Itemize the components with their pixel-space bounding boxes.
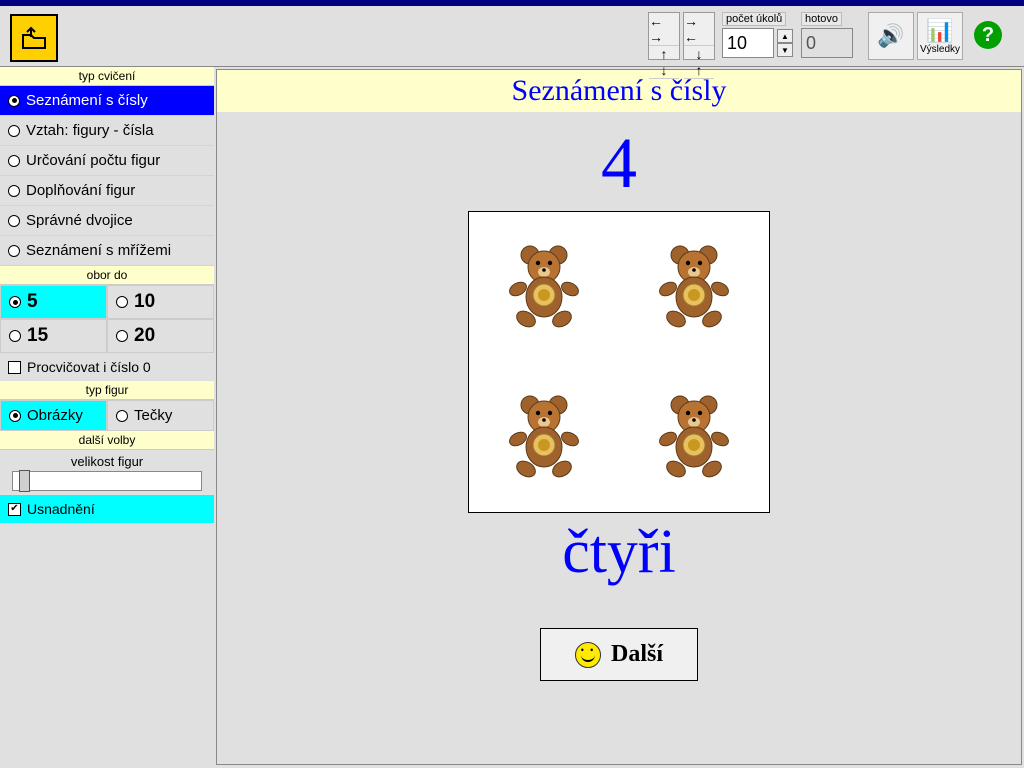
exercise-type-label: Doplňování figur [26,182,135,199]
width-stepper[interactable]: ← → ↑↓ [648,12,680,60]
radio-icon [9,410,21,422]
range-option[interactable]: 10 [107,285,214,319]
next-label: Další [611,641,663,668]
range-title: obor do [0,266,214,285]
exercise-type-label: Seznámení s čísly [26,92,148,109]
exercise-type-label: Seznámení s mřížemi [26,242,171,259]
figure-item [654,243,734,331]
teddy-bear-icon [504,243,584,328]
checkbox-icon: ✔ [8,503,21,516]
exercise-type-title: typ cvičení [0,67,214,86]
toolbar: ← → ↑↓ → ← ↓↑ počet úkolů ▲▼ hotovo 🔊 � [0,6,1024,67]
ease-label: Usnadnění [27,501,95,517]
range-label: 20 [134,325,155,347]
main-panel: Seznámení s čísly 4 čtyři Další [216,69,1022,765]
exercise-type-option[interactable]: Seznámení s mřížemi [0,236,214,266]
figure-type-group: Obrázky Tečky [0,400,214,431]
folder-up-icon [19,23,49,53]
practice-zero-label: Procvičovat i číslo 0 [27,359,151,375]
done-input [801,28,853,58]
teddy-bear-icon [654,393,734,478]
figure-size-label: velikost figur [12,454,202,469]
done-counter: hotovo [801,12,853,58]
page-title: Seznámení s čísly [217,70,1021,112]
figure-type-option[interactable]: Tečky [107,400,214,431]
tasks-spinner[interactable]: ▲▼ [777,29,793,57]
ease-checkbox[interactable]: ✔ Usnadnění [0,495,214,523]
chart-icon: 📊 [926,18,953,44]
exercise-type-option[interactable]: Vztah: figury - čísla [0,116,214,146]
figure-size-control: velikost figur [0,450,214,495]
arrows-out-h-icon: ← → [649,13,679,46]
results-button[interactable]: 📊 Výsledky [917,12,963,60]
arrows-in-h-icon: → ← [684,13,714,46]
range-label: 15 [27,325,48,347]
sound-button[interactable]: 🔊 [868,12,914,60]
arrows-out-v-icon: ↑↓ [649,46,679,79]
range-option[interactable]: 5 [0,285,107,319]
other-options-title: další volby [0,431,214,450]
figure-item [654,393,734,481]
radio-icon [116,330,128,342]
figure-size-slider[interactable] [12,471,202,491]
practice-zero-checkbox[interactable]: Procvičovat i číslo 0 [0,353,214,381]
exercise-type-option[interactable]: Seznámení s čísly [0,86,214,116]
slider-thumb[interactable] [19,470,30,492]
radio-icon [8,185,20,197]
figure-item [504,243,584,331]
teddy-bear-icon [504,393,584,478]
radio-icon [8,155,20,167]
radio-icon [8,125,20,137]
radio-icon [9,296,21,308]
range-label: 10 [134,291,155,313]
exercise-type-label: Určování počtu figur [26,152,160,169]
arrows-in-v-icon: ↓↑ [684,46,714,79]
tasks-label: počet úkolů [722,12,786,26]
figure-type-title: typ figur [0,381,214,400]
help-icon: ? [974,21,1002,49]
range-grid: 5 10 15 20 [0,285,214,353]
radio-icon [8,245,20,257]
radio-icon [8,95,20,107]
displayed-word: čtyři [562,517,676,588]
radio-icon [116,410,128,422]
figure-item [504,393,584,481]
smiley-icon [575,642,601,668]
exercise-type-label: Vztah: figury - čísla [26,122,154,139]
exercise-type-option[interactable]: Doplňování figur [0,176,214,206]
exercise-type-label: Správné dvojice [26,212,133,229]
checkbox-icon [8,361,21,374]
teddy-bear-icon [654,243,734,328]
figure-type-option[interactable]: Obrázky [0,400,107,431]
range-label: 5 [27,291,38,313]
range-option[interactable]: 20 [107,319,214,353]
help-button[interactable]: ? [966,12,1010,58]
back-button[interactable] [10,14,58,62]
exercise-type-list: Seznámení s čísly Vztah: figury - čísla Ur… [0,86,214,266]
exercise-type-option[interactable]: Správné dvojice [0,206,214,236]
tasks-counter: počet úkolů ▲▼ [722,12,793,58]
range-option[interactable]: 15 [0,319,107,353]
height-stepper[interactable]: → ← ↓↑ [683,12,715,60]
displayed-number: 4 [601,122,637,205]
exercise-type-option[interactable]: Určování počtu figur [0,146,214,176]
radio-icon [116,296,128,308]
radio-icon [8,215,20,227]
tasks-input[interactable] [722,28,774,58]
sidebar: typ cvičení Seznámení s čísly Vztah: figu… [0,67,214,767]
next-button[interactable]: Další [540,628,698,681]
results-label: Výsledky [920,44,960,55]
speaker-icon: 🔊 [877,23,904,49]
radio-icon [9,330,21,342]
figure-box [468,211,770,513]
figure-type-label: Tečky [134,407,172,424]
figure-type-label: Obrázky [27,407,83,424]
done-label: hotovo [801,12,842,26]
